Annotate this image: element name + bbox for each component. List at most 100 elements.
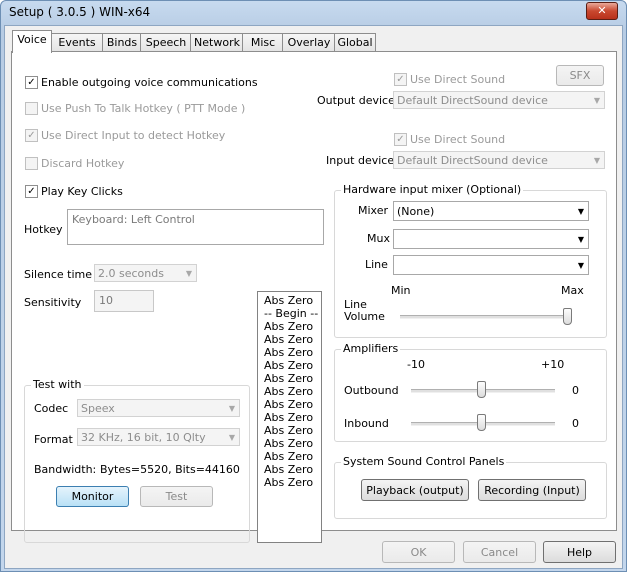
tab-speech[interactable]: Speech [140,33,192,52]
test-with-label: Test with [31,378,84,391]
amplifiers-min-label: -10 [407,358,425,371]
help-button[interactable]: Help [543,541,616,563]
dialog-client: Voice Events Binds Speech Network Misc O… [4,25,623,569]
format-select[interactable]: 32 KHz, 16 bit, 10 Qlty ▼ [77,428,240,446]
output-device-label: Output device [317,94,395,107]
monitor-button[interactable]: Monitor [56,486,129,507]
recording-input-button[interactable]: Recording (Input) [478,479,586,501]
inbound-slider[interactable] [477,414,486,431]
title-bar[interactable]: Setup ( 3.0.5 ) WIN-x64 ✕ [1,1,626,25]
mux-label: Mux [367,232,390,245]
line-select[interactable]: ▼ [393,255,589,275]
sfx-button[interactable]: SFX [556,65,604,86]
inbound-value: 0 [572,417,579,430]
tab-overlay[interactable]: Overlay [282,33,336,52]
input-device-label: Input device [326,154,395,167]
bandwidth-value: Bytes=5520, Bits=44160 [100,463,240,476]
list-item: Abs Zero [264,463,314,476]
outbound-label: Outbound [344,384,399,397]
test-button[interactable]: Test [140,486,213,507]
play-key-clicks-checkbox[interactable]: ✓ [25,185,38,198]
tab-events[interactable]: Events [50,33,104,52]
enable-outgoing-checkbox[interactable]: ✓ [25,76,38,89]
push-to-talk-checkbox[interactable] [25,102,38,115]
level-listbox[interactable]: Abs Zero -- Begin -- Abs Zero Abs Zero A… [257,291,322,543]
list-item: Abs Zero [264,372,314,385]
output-direct-sound-label: Use Direct Sound [410,73,506,86]
voice-panel: ✓ Enable outgoing voice communications U… [11,51,617,543]
test-with-group: Test with Codec Speex ▼ Format 32 KHz, 16… [24,378,250,543]
playback-output-button[interactable]: Playback (output) [361,479,469,501]
chevron-down-icon: ▼ [577,261,584,270]
amplifiers-group: Amplifiers -10 +10 Outbound 0 Inbound 0 [334,342,607,442]
hardware-mixer-label: Hardware input mixer (Optional) [341,183,524,196]
outbound-value: 0 [572,384,579,397]
silence-time-label: Silence time [24,268,92,281]
list-item: Abs Zero [264,476,314,489]
hardware-mixer-group: Hardware input mixer (Optional) Mixer (N… [334,183,607,338]
line-volume-label-2: Volume [344,310,385,323]
line-volume-slider[interactable] [563,308,572,325]
format-label: Format [34,433,73,446]
sound-panels-group: System Sound Control Panels Playback (ou… [334,455,607,519]
tab-global[interactable]: Global [334,33,376,52]
push-to-talk-label: Use Push To Talk Hotkey ( PTT Mode ) [41,102,246,115]
enable-outgoing-label: Enable outgoing voice communications [41,76,258,89]
direct-input-checkbox[interactable]: ✓ [25,129,38,142]
outbound-slider[interactable] [477,381,486,398]
amplifiers-label: Amplifiers [341,342,401,355]
bandwidth-label: Bandwidth: [34,463,97,476]
mixer-select[interactable]: (None) ▼ [393,201,589,221]
chevron-down-icon: ▼ [228,433,235,442]
chevron-down-icon: ▼ [577,207,584,216]
list-item: Abs Zero [264,411,314,424]
chevron-down-icon: ▼ [185,269,192,278]
direct-input-label: Use Direct Input to detect Hotkey [41,129,226,142]
sound-panels-label: System Sound Control Panels [341,455,507,468]
cancel-button[interactable]: Cancel [463,541,536,563]
list-item: Abs Zero [264,385,314,398]
input-direct-sound-checkbox[interactable]: ✓ [394,133,407,146]
window-title: Setup ( 3.0.5 ) WIN-x64 [9,5,151,19]
inbound-label: Inbound [344,417,389,430]
tab-binds[interactable]: Binds [102,33,142,52]
sensitivity-field[interactable]: 10 [94,290,154,312]
close-icon: ✕ [597,4,607,17]
sensitivity-label: Sensitivity [24,296,82,309]
output-device-select[interactable]: Default DirectSound device ▼ [393,91,605,109]
input-device-select[interactable]: Default DirectSound device ▼ [393,151,605,169]
chevron-down-icon: ▼ [577,235,584,244]
close-button[interactable]: ✕ [586,2,618,20]
chevron-down-icon: ▼ [228,404,235,413]
tab-misc[interactable]: Misc [242,33,284,52]
line-label: Line [365,258,388,271]
play-key-clicks-label: Play Key Clicks [41,185,123,198]
codec-select[interactable]: Speex ▼ [77,399,240,417]
mux-select[interactable]: ▼ [393,229,589,249]
chevron-down-icon: ▼ [593,156,600,165]
ok-button[interactable]: OK [382,541,455,563]
list-item: Abs Zero [264,424,314,437]
input-direct-sound-label: Use Direct Sound [410,133,506,146]
output-direct-sound-checkbox[interactable]: ✓ [394,73,407,86]
codec-label: Codec [34,402,69,415]
list-item: Abs Zero [264,320,314,333]
line-volume-min-label: Min [391,284,411,297]
mixer-label: Mixer [358,204,389,217]
list-item: Abs Zero [264,294,314,307]
line-volume-max-label: Max [561,284,584,297]
tab-network[interactable]: Network [190,33,244,52]
silence-time-select[interactable]: 2.0 seconds ▼ [94,264,197,282]
chevron-down-icon: ▼ [593,96,600,105]
tab-voice[interactable]: Voice [12,30,52,53]
list-item: Abs Zero [264,346,314,359]
hotkey-label: Hotkey [24,223,63,236]
list-item: Abs Zero [264,437,314,450]
list-item: Abs Zero [264,398,314,411]
amplifiers-max-label: +10 [541,358,565,371]
setup-window: Setup ( 3.0.5 ) WIN-x64 ✕ Voice Events B… [0,0,627,572]
hotkey-field[interactable]: Keyboard: Left Control [67,209,324,245]
discard-hotkey-checkbox[interactable] [25,157,38,170]
list-item: Abs Zero [264,359,314,372]
line-volume-track [400,315,572,319]
